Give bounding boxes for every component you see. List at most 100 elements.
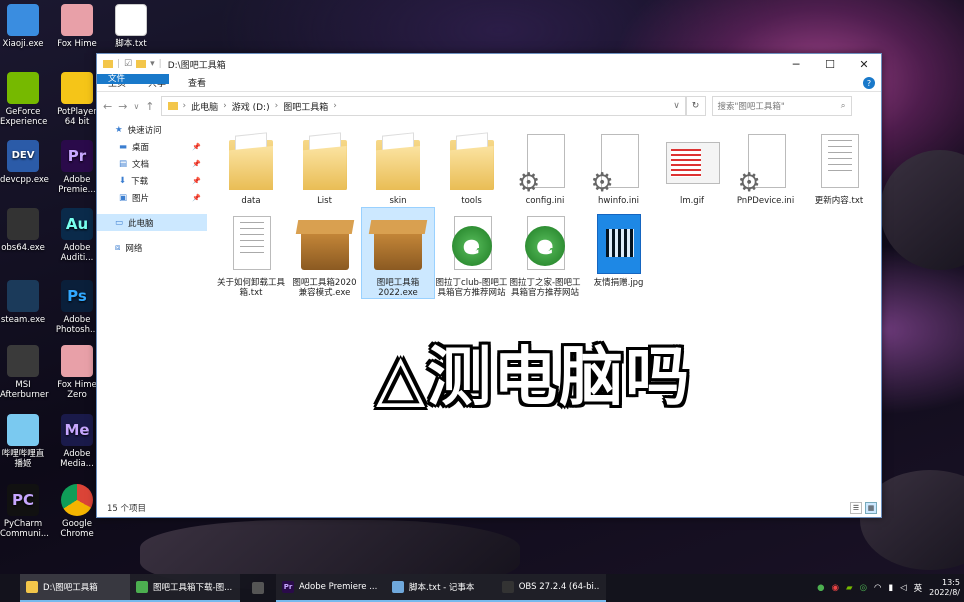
breadcrumb-pc[interactable]: 此电脑 [191,100,218,113]
file-item[interactable]: 更新内容.txt [803,126,875,206]
help-icon[interactable]: ? [863,77,875,89]
file-item[interactable]: ⚙ PnPDevice.ini [730,126,802,206]
file-item[interactable]: List [289,126,361,206]
desktop-icon-label: devcpp.exe [0,175,49,185]
ime-indicator[interactable]: 英 [914,582,923,594]
desktop-icon-label: Xiaoji.exe [2,39,44,49]
minimize-button[interactable]: ─ [779,54,813,74]
sidebar-item-documents[interactable]: ▤ 文档 📌 [97,155,207,172]
file-item[interactable]: tools [436,126,508,206]
file-item[interactable]: skin [362,126,434,206]
file-item[interactable]: 图吧工具箱2020兼容模式.exe [289,208,361,298]
file-item[interactable]: lm.gif [656,126,728,206]
desktop-icon-5[interactable]: DEV devcpp.exe [0,140,49,185]
sidebar-item-pictures[interactable]: ▣ 图片 📌 [97,189,207,206]
refresh-icon[interactable]: ↻ [685,96,706,116]
back-arrow-icon[interactable]: ← [103,100,112,113]
potplayer-icon [61,72,93,104]
new-folder-icon[interactable] [136,60,147,68]
taskbar-app-label: D:\图吧工具箱 [43,583,98,593]
sidebar-item-desktop[interactable]: ▬ 桌面 📌 [97,138,207,155]
desktop-icon-9[interactable]: steam.exe [0,280,46,325]
file-item[interactable]: 图吧工具箱2022.exe [361,207,435,299]
desktop-icon-11[interactable]: MSI Afterburner [0,345,49,400]
obs-icon [502,581,514,593]
desktop-icon-0[interactable]: Xiaoji.exe [0,4,46,49]
search-input[interactable]: 搜索"图吧工具箱" ⌕ [711,96,852,116]
customize-qa-icon[interactable]: ▾ [150,59,155,69]
clock[interactable]: 13:5 2022/8/ [929,578,960,598]
file-item[interactable]: e 图拉丁club-图吧工具箱官方推荐网站 [436,208,508,298]
folder-small-icon[interactable] [103,60,113,68]
address-dropdown-icon[interactable]: ∨ [669,101,685,111]
taskbar-app-notepad[interactable]: 脚本.txt - 记事本 [386,574,496,602]
large-icons-view-button[interactable]: ▦ [865,502,877,514]
taskbar-app-premiere[interactable]: Pr Adobe Premiere ... [276,574,386,602]
breadcrumb-folder[interactable]: 图吧工具箱 [283,100,328,113]
taskbar-app-label: OBS 27.2.4 (64-bi... [518,582,600,592]
window-title: D:\图吧工具箱 [167,60,226,71]
file-name: List [317,196,332,206]
desktop-icon-12[interactable]: Fox Hime Zero [54,345,100,400]
sidebar-item-pc[interactable]: ▭ 此电脑 [97,214,207,231]
desktop-icon-15[interactable]: PC PyCharm Communi... [0,484,49,539]
settings-file-icon: ⚙ [591,130,647,196]
desktop-icon-7[interactable]: obs64.exe [0,208,46,253]
battery-icon[interactable]: ▮ [888,583,893,593]
file-item[interactable]: data [215,126,287,206]
desktop-icon-16[interactable]: Google Chrome [54,484,100,539]
wechat-icon[interactable]: ● [817,583,824,593]
sidebar-item-star[interactable]: ★ 快速访问 [97,121,207,138]
desktop-icon-4[interactable]: PotPlayer 64 bit [54,72,100,127]
taskbar-app-folder[interactable]: D:\图吧工具箱 [20,574,130,602]
desktop-icon-label: Adobe Photosh... [55,315,99,335]
file-item[interactable]: ⚙ hwinfo.ini [583,126,655,206]
desktop-icon-label: GeForce Experience [0,107,48,127]
desktop-icon-label: obs64.exe [1,243,45,253]
up-arrow-icon[interactable]: ↑ [145,100,154,113]
desktop-icon-14[interactable]: Me Adobe Media... [54,414,100,469]
nvidia-icon [7,72,39,104]
wifi-icon[interactable]: ◠ [874,583,881,593]
sidebar-item-network[interactable]: ⧈ 网络 [97,239,207,256]
desktop-icon-1[interactable]: Fox Hime [54,4,100,49]
desktop-icon-10[interactable]: Ps Adobe Photosh... [54,280,100,335]
tab-view[interactable]: 查看 [177,74,217,91]
qr-image-icon [591,212,647,276]
breadcrumb-drive[interactable]: 游戏 (D:) [232,100,270,113]
desktop-icon-3[interactable]: GeForce Experience [0,72,48,127]
sidebar-item-download[interactable]: ⬇ 下载 📌 [97,172,207,189]
settings-file-icon: ⚙ [738,130,794,196]
taskbar-app-window[interactable] [240,574,276,602]
start-button[interactable] [0,574,20,602]
address-bar[interactable]: › 此电脑 › 游戏 (D:) › 图吧工具箱 › ∨ [160,96,686,116]
taskbar-app-browser[interactable]: 图吧工具箱下载-图... [130,574,240,602]
maximize-button[interactable]: ☐ [813,54,847,74]
tab-file[interactable]: 文件 [97,74,169,84]
app-tray-icon[interactable]: ◉ [832,583,839,593]
recent-chevron-icon[interactable]: ∨ [133,102,139,111]
desktop-icon-6[interactable]: Pr Adobe Premie... [54,140,100,195]
taskbar-app-obs[interactable]: OBS 27.2.4 (64-bi... [496,574,606,602]
file-item[interactable]: 关于如何卸载工具箱.txt [215,208,287,298]
status-bar: 15 个项目 ☰ ▦ [97,499,881,517]
obs-icon [7,208,39,240]
file-item[interactable]: 友情捐赠.jpg [583,208,655,288]
sync-tray-icon[interactable]: ◎ [860,583,867,593]
toolbox-exe-icon [297,212,353,276]
desktop-icon-2[interactable]: 脚本.txt [108,4,154,49]
volume-icon[interactable]: ◁ [900,583,907,593]
properties-icon[interactable]: ☑ [124,59,132,69]
nvidia-tray-icon[interactable]: ▰ [846,583,853,593]
forward-arrow-icon[interactable]: → [118,100,127,113]
desktop-icon-8[interactable]: Au Adobe Auditi... [54,208,100,263]
details-view-button[interactable]: ☰ [850,502,862,514]
file-item[interactable]: ⚙ config.ini [509,126,581,206]
close-button[interactable]: ✕ [847,54,881,74]
file-name: 更新内容.txt [814,196,864,206]
desktop-icon-label: Adobe Media... [60,449,94,469]
file-name: 图吧工具箱2020兼容模式.exe [292,278,357,298]
desktop-icon-13[interactable]: 哔哩哔哩直播姬 [0,414,46,469]
toolbox-exe-icon [370,212,426,276]
file-item[interactable]: e 图拉丁之家-图吧工具箱官方推荐网站 [509,208,581,298]
